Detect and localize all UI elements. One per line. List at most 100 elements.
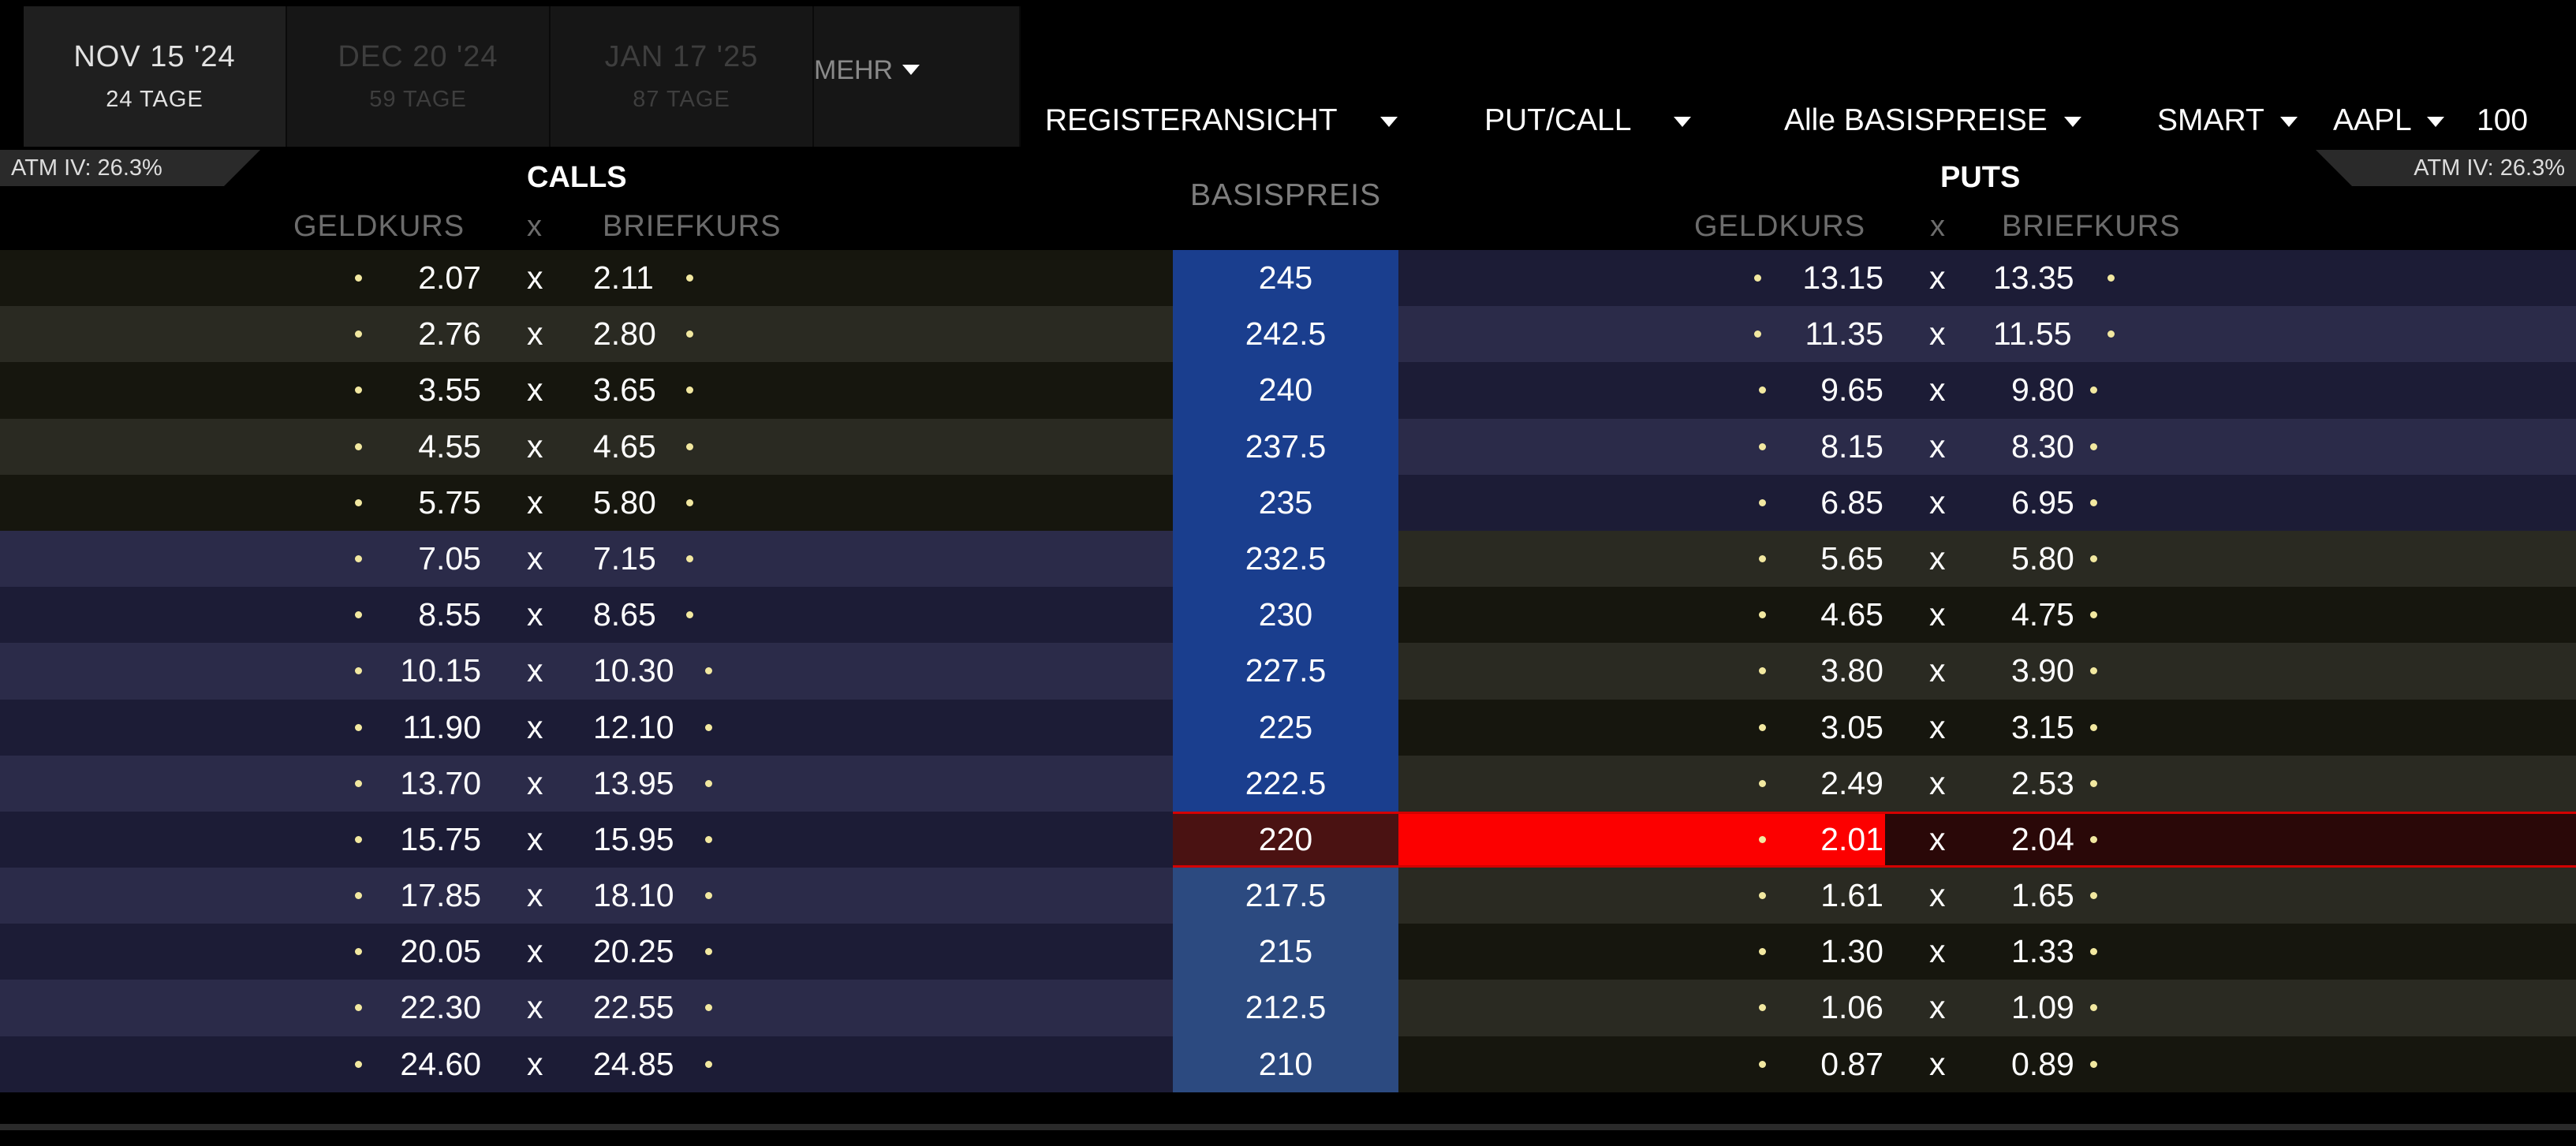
option-row[interactable]: 225 11.90 x 12.10 3.05 x 3.15 xyxy=(0,699,2576,756)
call-ask[interactable]: 8.65 xyxy=(593,587,656,643)
putcall-dropdown[interactable]: PUT/CALL xyxy=(1484,99,1691,142)
put-bid[interactable]: 4.65 xyxy=(1820,587,1883,643)
call-bid[interactable]: 4.55 xyxy=(418,419,481,475)
option-row[interactable]: 222.5 13.70 x 13.95 2.49 x 2.53 xyxy=(0,755,2576,812)
put-bid[interactable]: 6.85 xyxy=(1820,475,1883,531)
strike-cell[interactable]: 237.5 xyxy=(1173,418,1398,475)
put-ask[interactable]: 2.53 xyxy=(2011,756,2074,812)
call-bid[interactable]: 20.05 xyxy=(400,924,481,980)
call-bid[interactable]: 7.05 xyxy=(418,531,481,587)
call-bid[interactable]: 8.55 xyxy=(418,587,481,643)
option-row[interactable]: 242.5 2.76 x 2.80 11.35 x 11.55 xyxy=(0,306,2576,363)
call-ask[interactable]: 5.80 xyxy=(593,475,656,531)
option-row[interactable]: 212.5 22.30 x 22.55 1.06 x 1.09 xyxy=(0,980,2576,1036)
option-row[interactable]: 215 20.05 x 20.25 1.30 x 1.33 xyxy=(0,924,2576,980)
put-ask[interactable]: 11.55 xyxy=(1993,306,2072,362)
option-row[interactable]: 230 8.55 x 8.65 4.65 x 4.75 xyxy=(0,587,2576,644)
strike-cell[interactable]: 227.5 xyxy=(1173,643,1398,700)
put-bid[interactable]: 2.49 xyxy=(1820,756,1883,812)
call-bid[interactable]: 3.55 xyxy=(418,362,481,418)
option-row[interactable]: 217.5 17.85 x 18.10 1.61 x 1.65 xyxy=(0,868,2576,924)
call-ask[interactable]: 4.65 xyxy=(593,419,656,475)
put-bid[interactable]: 1.61 xyxy=(1820,868,1883,924)
option-row[interactable]: 227.5 10.15 x 10.30 3.80 x 3.90 xyxy=(0,643,2576,700)
call-ask[interactable]: 12.10 xyxy=(593,700,674,756)
call-bid[interactable]: 5.75 xyxy=(418,475,481,531)
strike-cell[interactable]: 230 xyxy=(1173,587,1398,644)
strike-cell[interactable]: 242.5 xyxy=(1173,306,1398,363)
put-bid[interactable]: 11.35 xyxy=(1805,306,1883,362)
put-ask[interactable]: 1.65 xyxy=(2011,868,2074,924)
put-ask[interactable]: 4.75 xyxy=(2011,587,2074,643)
strikes-dropdown[interactable]: Alle BASISPREISE xyxy=(1784,99,2081,142)
put-bid[interactable]: 1.30 xyxy=(1820,924,1883,980)
call-ask[interactable]: 3.65 xyxy=(593,362,656,418)
put-bid[interactable]: 8.15 xyxy=(1820,419,1883,475)
option-row[interactable]: 240 3.55 x 3.65 9.65 x 9.80 xyxy=(0,362,2576,419)
call-ask[interactable]: 7.15 xyxy=(593,531,656,587)
call-ask[interactable]: 2.11 xyxy=(593,250,654,306)
option-row-atm[interactable]: 220 15.75 x 15.95 2.01 x 2.04 xyxy=(0,811,2576,868)
strike-cell[interactable]: 225 xyxy=(1173,699,1398,756)
strike-cell[interactable]: 217.5 xyxy=(1173,868,1398,924)
call-ask[interactable]: 2.80 xyxy=(593,306,656,362)
bid-dot-icon xyxy=(1754,274,1761,282)
strike-cell[interactable]: 210 xyxy=(1173,1036,1398,1092)
put-ask[interactable]: 5.80 xyxy=(2011,531,2074,587)
call-bid[interactable]: 2.76 xyxy=(418,306,481,362)
call-ask[interactable]: 20.25 xyxy=(593,924,674,980)
quantity-field[interactable]: 100 xyxy=(2477,99,2528,142)
call-bid[interactable]: 11.90 xyxy=(402,700,481,756)
bottom-scrollbar[interactable] xyxy=(0,1124,2576,1130)
call-ask[interactable]: 18.10 xyxy=(593,868,674,924)
put-bid[interactable]: 3.05 xyxy=(1820,700,1883,756)
strike-cell[interactable]: 212.5 xyxy=(1173,980,1398,1036)
put-ask[interactable]: 2.04 xyxy=(2011,812,2074,868)
call-ask[interactable]: 24.85 xyxy=(593,1036,674,1092)
call-bid[interactable]: 22.30 xyxy=(400,980,481,1036)
call-bid[interactable]: 15.75 xyxy=(400,812,481,868)
strike-cell[interactable]: 235 xyxy=(1173,474,1398,531)
strike-cell[interactable]: 215 xyxy=(1173,924,1398,980)
put-ask[interactable]: 3.15 xyxy=(2011,700,2074,756)
put-ask[interactable]: 6.95 xyxy=(2011,475,2074,531)
put-ask[interactable]: 3.90 xyxy=(2011,643,2074,699)
call-ask[interactable]: 15.95 xyxy=(593,812,674,868)
call-separator: x xyxy=(527,315,543,353)
call-bid[interactable]: 13.70 xyxy=(400,756,481,812)
put-ask[interactable]: 9.80 xyxy=(2011,362,2074,418)
strike-cell[interactable]: 245 xyxy=(1173,250,1398,307)
strike-cell[interactable]: 240 xyxy=(1173,362,1398,419)
put-ask[interactable]: 13.35 xyxy=(1993,250,2074,306)
put-bid[interactable]: 0.87 xyxy=(1820,1036,1883,1092)
call-bid[interactable]: 2.07 xyxy=(418,250,481,306)
view-dropdown[interactable]: REGISTERANSICHT xyxy=(1045,99,1398,142)
calls-cell-bg xyxy=(0,474,1173,531)
put-ask[interactable]: 1.33 xyxy=(2011,924,2074,980)
symbol-dropdown[interactable]: AAPL xyxy=(2333,99,2445,142)
call-bid[interactable]: 17.85 xyxy=(400,868,481,924)
option-row[interactable]: 232.5 7.05 x 7.15 5.65 x 5.80 xyxy=(0,530,2576,588)
strike-cell[interactable]: 222.5 xyxy=(1173,755,1398,812)
put-ask[interactable]: 1.09 xyxy=(2011,980,2074,1036)
strike-cell[interactable]: 232.5 xyxy=(1173,530,1398,588)
put-ask[interactable]: 8.30 xyxy=(2011,419,2074,475)
call-ask[interactable]: 22.55 xyxy=(593,980,674,1036)
put-bid[interactable]: 1.06 xyxy=(1820,980,1883,1036)
option-row[interactable]: 237.5 4.55 x 4.65 8.15 x 8.30 xyxy=(0,418,2576,475)
put-bid[interactable]: 5.65 xyxy=(1820,531,1883,587)
put-bid[interactable]: 13.15 xyxy=(1802,250,1883,306)
option-row[interactable]: 210 24.60 x 24.85 0.87 x 0.89 xyxy=(0,1036,2576,1092)
put-ask[interactable]: 0.89 xyxy=(2011,1036,2074,1092)
put-bid[interactable]: 3.80 xyxy=(1820,643,1883,699)
put-bid[interactable]: 2.01 xyxy=(1820,812,1883,868)
call-ask[interactable]: 10.30 xyxy=(593,643,674,699)
call-ask[interactable]: 13.95 xyxy=(593,756,674,812)
caret-down-icon xyxy=(2063,117,2081,128)
exchange-dropdown[interactable]: SMART xyxy=(2157,99,2298,142)
option-row[interactable]: 235 5.75 x 5.80 6.85 x 6.95 xyxy=(0,474,2576,531)
call-bid[interactable]: 24.60 xyxy=(400,1036,481,1092)
option-row[interactable]: 245 2.07 x 2.11 13.15 x 13.35 xyxy=(0,250,2576,307)
call-bid[interactable]: 10.15 xyxy=(400,643,481,699)
put-bid[interactable]: 9.65 xyxy=(1820,362,1883,418)
